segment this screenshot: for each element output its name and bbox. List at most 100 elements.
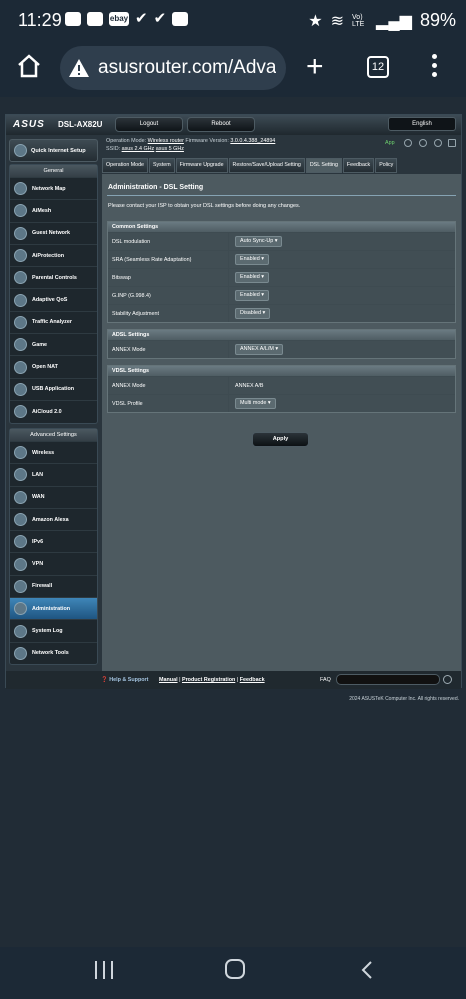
tab-feedback[interactable]: Feedback: [342, 158, 375, 173]
network-tools-icon: [14, 646, 27, 660]
tab-restore-save-upload[interactable]: Restore/Save/Upload Setting: [228, 158, 305, 173]
recent-apps-icon[interactable]: [95, 961, 113, 979]
menu-item-adaptive-qos[interactable]: Adaptive QoS: [10, 288, 97, 310]
gmail-icon: [87, 12, 103, 26]
general-menu: General Network Map AiMesh Guest Network…: [9, 164, 98, 424]
op-mode-link[interactable]: Wireless router: [148, 138, 184, 144]
router-page: ASUS DSL-AX82U Logout Reboot English Ope…: [5, 114, 462, 689]
dsl-modulation-select[interactable]: Auto Sync-Up ▾: [235, 236, 283, 247]
model-name: DSL-AX82U: [58, 120, 103, 129]
setting-label: VDSL Profile: [108, 395, 229, 412]
menu-item-usb-application[interactable]: USB Application: [10, 377, 97, 400]
quick-internet-setup-button[interactable]: Quick Internet Setup: [9, 139, 98, 162]
menu-item-network-tools[interactable]: Network Tools: [10, 641, 97, 664]
vpn-icon: [14, 557, 27, 571]
app-link[interactable]: App: [385, 140, 395, 146]
ssid-24-link[interactable]: asus 2.4 GHz: [122, 146, 155, 152]
navigation-bar: [0, 947, 466, 999]
menu-item-parental-controls[interactable]: Parental Controls: [10, 266, 97, 288]
warning-icon[interactable]: [68, 58, 90, 78]
back-icon[interactable]: [358, 960, 378, 980]
menu-item-vpn[interactable]: VPN: [10, 552, 97, 574]
adsl-annex-select[interactable]: ANNEX A/L/M ▾: [235, 344, 284, 355]
menu-item-ipv6[interactable]: IPv6: [10, 530, 97, 552]
vdsl-profile-select[interactable]: Multi mode ▾: [235, 398, 276, 409]
faq-search-input[interactable]: [336, 674, 440, 685]
product-registration-link[interactable]: Product Registration: [182, 677, 235, 683]
setting-row: DSL modulation Auto Sync-Up ▾: [108, 232, 455, 250]
language-select[interactable]: English: [388, 117, 456, 131]
logout-button[interactable]: Logout: [115, 117, 183, 132]
new-tab-icon[interactable]: +: [306, 52, 324, 82]
more-options-icon[interactable]: [432, 54, 438, 81]
open-nat-icon: [14, 360, 27, 374]
web-view: ASUS DSL-AX82U Logout Reboot English Ope…: [0, 97, 466, 947]
dsl-setting-panel: Administration - DSL Setting Please cont…: [102, 174, 461, 685]
reboot-button[interactable]: Reboot: [187, 117, 255, 132]
menu-item-wan[interactable]: WAN: [10, 485, 97, 508]
tab-operation-mode[interactable]: Operation Mode: [102, 158, 148, 173]
ginp-select[interactable]: Enabled ▾: [235, 290, 270, 301]
home-icon[interactable]: [16, 54, 42, 78]
menu-item-firewall[interactable]: Firewall: [10, 574, 97, 597]
menu-item-traffic-analyzer[interactable]: Traffic Analyzer: [10, 310, 97, 333]
tab-system[interactable]: System: [148, 158, 175, 173]
manual-link[interactable]: Manual: [159, 677, 178, 683]
setting-label: ANNEX Mode: [108, 377, 229, 394]
apply-button[interactable]: Apply: [252, 432, 309, 447]
network-status-icon[interactable]: [404, 139, 412, 147]
sra-select[interactable]: Enabled ▾: [235, 254, 270, 265]
security-status-icon[interactable]: [419, 139, 427, 147]
notification-icons: ebay ✔ ✔: [65, 10, 189, 27]
menu-item-guest-network[interactable]: Guest Network: [10, 221, 97, 244]
browser-toolbar: asusrouter.com/Adva + 12: [0, 42, 466, 97]
menu-item-administration[interactable]: Administration: [10, 597, 97, 620]
tab-switcher-button[interactable]: 12: [367, 56, 389, 78]
gallery-icon: [172, 12, 189, 26]
menu-item-aicloud[interactable]: AiCloud 2.0: [10, 399, 97, 422]
status-bar: 11:29 ebay ✔ ✔ ★ ≋ Vo) LTE ▂▄▆ 89%: [0, 0, 466, 42]
url-text[interactable]: asusrouter.com/Adva: [98, 57, 276, 79]
qis-icon: [14, 144, 27, 157]
asus-logo: ASUS: [13, 119, 45, 130]
setting-row: ANNEX Mode ANNEX A/L/M ▾: [108, 340, 455, 358]
setting-label: SRA (Seamless Rate Adaptation): [108, 251, 229, 268]
ipv6-icon: [14, 535, 27, 549]
menu-item-aimesh[interactable]: AiMesh: [10, 199, 97, 221]
check-icon: ✔: [153, 10, 167, 27]
network-map-icon: [14, 182, 27, 196]
menu-item-open-nat[interactable]: Open NAT: [10, 355, 97, 377]
page-title: Administration - DSL Setting: [108, 184, 204, 191]
wifi-status-icon[interactable]: [434, 139, 442, 147]
usb-application-icon: [14, 382, 27, 396]
ssid-5-link[interactable]: asus 5 GHz: [156, 146, 184, 152]
menu-item-network-map[interactable]: Network Map: [10, 177, 97, 199]
firmware-link[interactable]: 3.0.0.4.388_24894: [230, 138, 275, 144]
youtube-icon: [65, 12, 81, 26]
menu-item-system-log[interactable]: System Log: [10, 619, 97, 641]
setting-label: DSL modulation: [108, 233, 229, 250]
operation-info: Operation Mode: Wireless router Firmware…: [106, 138, 276, 152]
aicloud-icon: [14, 405, 27, 419]
tab-firmware-upgrade[interactable]: Firmware Upgrade: [175, 158, 228, 173]
stability-adjustment-select[interactable]: Disabled ▾: [235, 308, 271, 319]
vdsl-annex-value: ANNEX A/B: [235, 382, 264, 389]
menu-item-aiprotection[interactable]: AiProtection: [10, 243, 97, 266]
home-button-icon[interactable]: [225, 959, 245, 979]
menu-item-game[interactable]: Game: [10, 333, 97, 355]
menu-item-lan[interactable]: LAN: [10, 463, 97, 485]
advanced-menu: Advanced Settings Wireless LAN WAN Amazo…: [9, 428, 98, 665]
feedback-link[interactable]: Feedback: [240, 677, 265, 683]
copyright-text: 2024 ASUSTeK Computer Inc. All rights re…: [349, 696, 459, 702]
ebay-icon: ebay: [109, 12, 129, 26]
address-bar[interactable]: asusrouter.com/Adva: [60, 46, 286, 90]
bitswap-select[interactable]: Enabled ▾: [235, 272, 270, 283]
router-footer: ❓ Help & Support Manual | Product Regist…: [6, 671, 461, 689]
search-icon[interactable]: [443, 675, 452, 684]
tab-dsl-setting[interactable]: DSL Setting: [305, 158, 342, 173]
menu-item-amazon-alexa[interactable]: Amazon Alexa: [10, 507, 97, 530]
admin-tabs: Operation Mode System Firmware Upgrade R…: [102, 158, 398, 173]
usb-status-icon[interactable]: [448, 139, 456, 147]
menu-item-wireless[interactable]: Wireless: [10, 441, 97, 463]
tab-policy[interactable]: Policy: [375, 158, 398, 173]
